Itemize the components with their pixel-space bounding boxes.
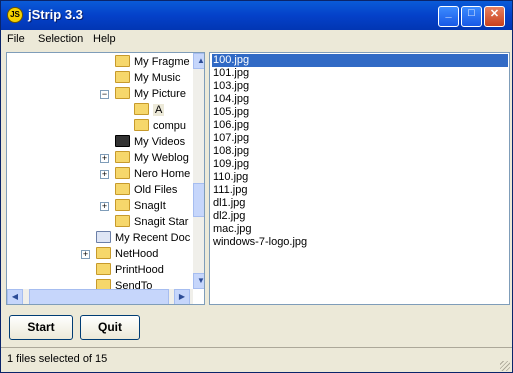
expand-icon[interactable]: +: [100, 170, 109, 179]
horizontal-scroll-thumb[interactable]: [29, 289, 169, 304]
collapse-icon[interactable]: −: [100, 90, 109, 99]
file-item[interactable]: 104.jpg: [213, 93, 249, 106]
file-item[interactable]: 101.jpg: [213, 67, 249, 80]
video-folder-icon: [115, 135, 130, 147]
folder-icon: [134, 119, 149, 131]
tree-item[interactable]: My Fragme: [115, 54, 190, 70]
tree-item-selected[interactable]: A: [134, 102, 165, 118]
status-bar: 1 files selected of 15: [1, 347, 512, 372]
tree-item[interactable]: NetHood: [96, 246, 158, 262]
file-item-selected[interactable]: 100.jpg: [212, 54, 508, 67]
pictures-folder-icon: [115, 87, 130, 99]
expand-icon[interactable]: +: [100, 202, 109, 211]
file-item[interactable]: mac.jpg: [213, 223, 252, 236]
scroll-right-icon[interactable]: ▶: [174, 289, 190, 304]
tree-item[interactable]: PrintHood: [96, 262, 164, 278]
tree-item[interactable]: My Recent Doc: [96, 230, 190, 246]
menu-help[interactable]: Help: [93, 33, 116, 45]
folder-icon: [115, 199, 130, 211]
maximize-button[interactable]: □: [461, 6, 482, 27]
recent-docs-icon: [96, 231, 111, 243]
tree-item[interactable]: My Videos: [115, 134, 185, 150]
folder-tree[interactable]: My Fragme My Music − My Picture A compu …: [6, 52, 205, 305]
tree-item[interactable]: My Music: [115, 70, 180, 86]
window-title: jStrip 3.3: [28, 7, 83, 22]
title-bar[interactable]: JS jStrip 3.3 _ □ ✕: [1, 1, 512, 30]
tree-item[interactable]: My Weblog: [115, 150, 189, 166]
close-button[interactable]: ✕: [484, 6, 505, 27]
folder-icon: [96, 263, 111, 275]
file-item[interactable]: 105.jpg: [213, 106, 249, 119]
resize-grip-icon[interactable]: [500, 361, 510, 371]
folder-icon: [115, 151, 130, 163]
open-folder-icon: [134, 103, 149, 115]
minimize-button[interactable]: _: [438, 6, 459, 27]
scroll-up-icon[interactable]: ▲: [193, 53, 204, 69]
folder-icon: [115, 215, 130, 227]
tree-horizontal-scrollbar[interactable]: ◀ ▶: [7, 289, 193, 304]
file-item[interactable]: 110.jpg: [213, 171, 248, 184]
scroll-down-icon[interactable]: ▼: [193, 273, 204, 289]
vertical-scroll-thumb[interactable]: [193, 183, 204, 217]
file-item[interactable]: dl1.jpg: [213, 197, 245, 210]
tree-item[interactable]: compu: [134, 118, 186, 134]
file-item[interactable]: dl2.jpg: [213, 210, 245, 223]
file-item[interactable]: 106.jpg: [213, 119, 249, 132]
file-list[interactable]: 100.jpg 101.jpg 103.jpg 104.jpg 105.jpg …: [209, 52, 510, 305]
tree-item[interactable]: My Picture: [115, 86, 186, 102]
expand-icon[interactable]: +: [81, 250, 90, 259]
file-item[interactable]: windows-7-logo.jpg: [213, 236, 307, 249]
folder-icon: [115, 55, 130, 67]
file-item[interactable]: 103.jpg: [213, 80, 249, 93]
status-text: 1 files selected of 15: [7, 353, 108, 365]
folder-icon: [115, 167, 130, 179]
tree-vertical-scrollbar[interactable]: ▲ ▼: [193, 53, 204, 289]
menu-file[interactable]: File: [7, 33, 25, 45]
tree-item[interactable]: Old Files: [115, 182, 177, 198]
tree-item[interactable]: Nero Home: [115, 166, 190, 182]
menu-selection[interactable]: Selection: [38, 33, 83, 45]
start-button[interactable]: Start: [9, 315, 73, 340]
music-folder-icon: [115, 71, 130, 83]
app-window: JS jStrip 3.3 _ □ ✕ File Selection Help …: [0, 0, 513, 373]
expand-icon[interactable]: +: [100, 154, 109, 163]
tree-item[interactable]: Snagit Star: [115, 214, 188, 230]
tree-item[interactable]: SnagIt: [115, 198, 166, 214]
app-icon: JS: [7, 7, 23, 23]
folder-icon: [96, 247, 111, 259]
scroll-left-icon[interactable]: ◀: [7, 289, 23, 304]
menu-bar: File Selection Help: [1, 30, 512, 49]
file-item[interactable]: 107.jpg: [213, 132, 249, 145]
file-item[interactable]: 111.jpg: [213, 184, 247, 197]
file-item[interactable]: 108.jpg: [213, 145, 249, 158]
quit-button[interactable]: Quit: [80, 315, 140, 340]
file-item[interactable]: 109.jpg: [213, 158, 249, 171]
folder-icon: [115, 183, 130, 195]
